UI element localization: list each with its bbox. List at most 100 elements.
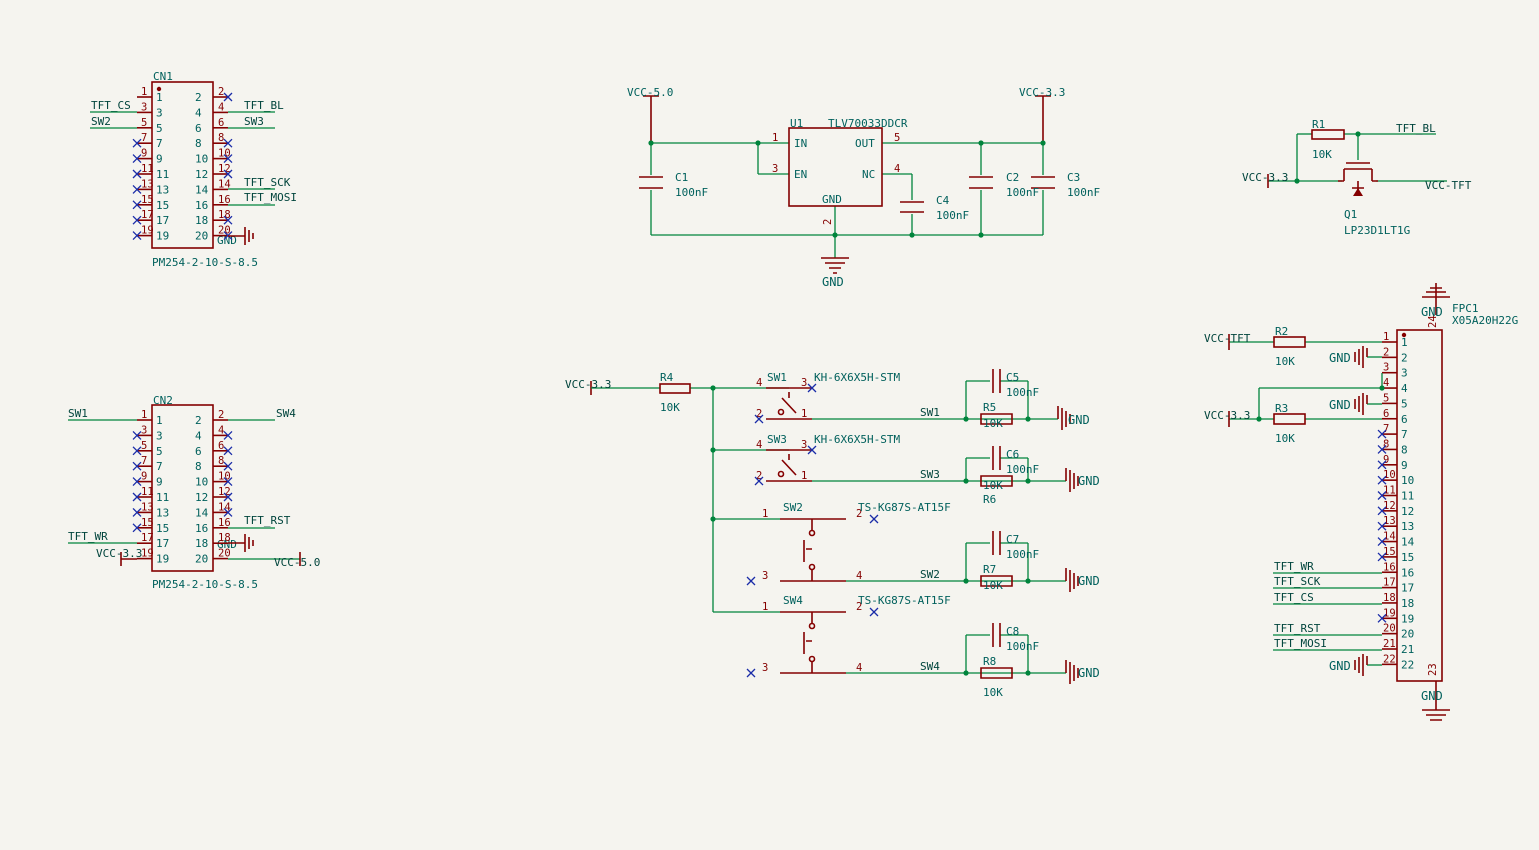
q1-net-vcctft: VCC-TFT — [1425, 179, 1472, 192]
connector-fpc1[interactable]: FPC1 X05A20H22G 1 12 23 34 45 56 67 78 89 910 1011… — [1204, 283, 1518, 721]
fpc-net-tft-sck: TFT_SCK — [1274, 575, 1321, 588]
pin-num: 7 — [1383, 423, 1389, 435]
svg-text:1: 1 — [762, 601, 768, 613]
switch-section[interactable]: VCC-3.3 R4 10K 43 21 SW1 KH-6X6X5H-STM S… — [565, 369, 1100, 699]
r6-value: 10K — [983, 479, 1003, 492]
pin-num: 4 — [218, 101, 224, 113]
c6-value: 100nF — [1006, 463, 1039, 476]
pin-num: 17 — [141, 532, 154, 544]
svg-text:2: 2 — [822, 219, 834, 225]
cn2-net-tft-wr: TFT_WR — [68, 530, 108, 543]
pin-num: 15 — [141, 194, 154, 206]
gnd-sw2: GND — [1078, 574, 1100, 588]
pin-num: 4 — [218, 424, 224, 436]
u1-pin-out: OUT — [855, 137, 875, 150]
regulator-u1[interactable]: VCC-5.0 VCC-3.3 U1 TLV70033DDCR IN EN OU… — [627, 86, 1100, 289]
sw1-value: KH-6X6X5H-STM — [814, 371, 900, 384]
c3-value: 100nF — [1067, 186, 1100, 199]
c8-value: 100nF — [1006, 640, 1039, 653]
u1-pin-nc: NC — [862, 168, 875, 181]
pin-num: 19 — [141, 225, 154, 237]
pin-name: 16 — [195, 199, 208, 212]
pin-num: 2 — [1383, 346, 1389, 358]
pin-name: 19 — [1401, 612, 1414, 625]
fpc-net-tft-wr: TFT_WR — [1274, 560, 1314, 573]
c4-ref: C4 — [936, 194, 950, 207]
cn2-net-sw1: SW1 — [68, 407, 88, 420]
pin-num: 6 — [218, 117, 224, 129]
pin-num: 7 — [141, 455, 147, 467]
pin-num: 17 — [1383, 577, 1396, 589]
pin-num: 11 — [141, 163, 154, 175]
net-sw3: SW3 — [244, 115, 264, 128]
pin-name: 13 — [156, 183, 169, 196]
pin-name: 7 — [156, 460, 163, 473]
schematic-canvas: CN1 PM254-2-10-S-8.5 GND 1 21 23 43 45 65 67 87… — [68, 70, 1518, 721]
r3-ref: R3 — [1275, 402, 1288, 415]
q1-net-tft-bl: TFT_BL — [1396, 122, 1436, 135]
c3-ref: C3 — [1067, 171, 1080, 184]
pin-num: 17 — [141, 209, 154, 221]
u1-pin-in: IN — [794, 137, 807, 150]
pin-name: 8 — [195, 137, 202, 150]
pin-name: 10 — [1401, 474, 1414, 487]
pin-name: 12 — [195, 168, 208, 181]
pin-name: 8 — [195, 460, 202, 473]
net-tft-bl: TFT_BL — [244, 99, 284, 112]
sw3-net: SW3 — [920, 468, 940, 481]
backlight-q1[interactable]: R1 10K TFT_BL VCC-3.3 VCC-TFT Q1 LP23D1L… — [1242, 118, 1472, 237]
pin-num: 6 — [1383, 408, 1389, 420]
pin-num: 2 — [218, 409, 224, 421]
pin-num: 8 — [218, 455, 224, 467]
pin-num: 11 — [1383, 485, 1396, 497]
r3-value: 10K — [1275, 432, 1295, 445]
gnd-sw4: GND — [1078, 666, 1100, 680]
pin-num: 20 — [218, 548, 231, 560]
pin-num: 13 — [1383, 515, 1396, 527]
q1-value: LP23D1LT1G — [1344, 224, 1410, 237]
vcc33-label: VCC-3.3 — [1019, 86, 1065, 99]
pin-name: 2 — [195, 91, 202, 104]
pin-name: 3 — [156, 429, 163, 442]
connector-cn1[interactable]: CN1 PM254-2-10-S-8.5 GND 1 21 23 43 45 65 67 87… — [90, 70, 297, 269]
sw4-ref: SW4 — [783, 594, 803, 607]
pin-name: 17 — [1401, 582, 1414, 595]
fpc-gnd-pin5: GND — [1329, 398, 1351, 412]
pin-num: 3 — [1383, 362, 1389, 374]
fpc-gnd-bottom: GND — [1421, 689, 1443, 703]
r5-value: 10K — [983, 417, 1003, 430]
no-connect-mark — [746, 668, 756, 678]
c6-ref: C6 — [1006, 448, 1019, 461]
pin-num: 11 — [141, 486, 154, 498]
pin-name: 12 — [1401, 505, 1414, 518]
c2-value: 100nF — [1006, 186, 1039, 199]
pin-num: 14 — [1383, 531, 1396, 543]
pin-name: 18 — [195, 537, 208, 550]
svg-text:5: 5 — [894, 132, 900, 144]
pin-name: 11 — [156, 168, 169, 181]
sw1-ref: SW1 — [767, 371, 787, 384]
pin-num: 2 — [218, 86, 224, 98]
c4-value: 100nF — [936, 209, 969, 222]
fpc-net-tft-rst: TFT_RST — [1274, 622, 1321, 635]
pin-name: 17 — [156, 537, 169, 550]
pin-name: 19 — [156, 230, 169, 243]
pin-num: 9 — [1383, 454, 1389, 466]
connector-cn2[interactable]: CN2 PM254-2-10-S-8.5 GND 1 21 23 43 45 65 67 87… — [68, 394, 320, 591]
pin-name: 2 — [1401, 351, 1408, 364]
fpc1-value: X05A20H22G — [1452, 314, 1518, 327]
cn2-net-tft-rst: TFT_RST — [244, 514, 291, 527]
svg-text:24: 24 — [1427, 315, 1439, 328]
svg-text:1: 1 — [772, 132, 778, 144]
pin-num: 20 — [1383, 623, 1396, 635]
pin-name: 13 — [1401, 520, 1414, 533]
r2-value: 10K — [1275, 355, 1295, 368]
gnd-sw3: GND — [1078, 474, 1100, 488]
pin-name: 19 — [156, 553, 169, 566]
pin-name: 17 — [156, 214, 169, 227]
r4-ref: R4 — [660, 371, 674, 384]
r7-value: 10K — [983, 579, 1003, 592]
pin-num: 1 — [141, 409, 147, 421]
fpc-net-vcc33: VCC-3.3 — [1204, 409, 1250, 422]
pin-num: 13 — [141, 501, 154, 513]
